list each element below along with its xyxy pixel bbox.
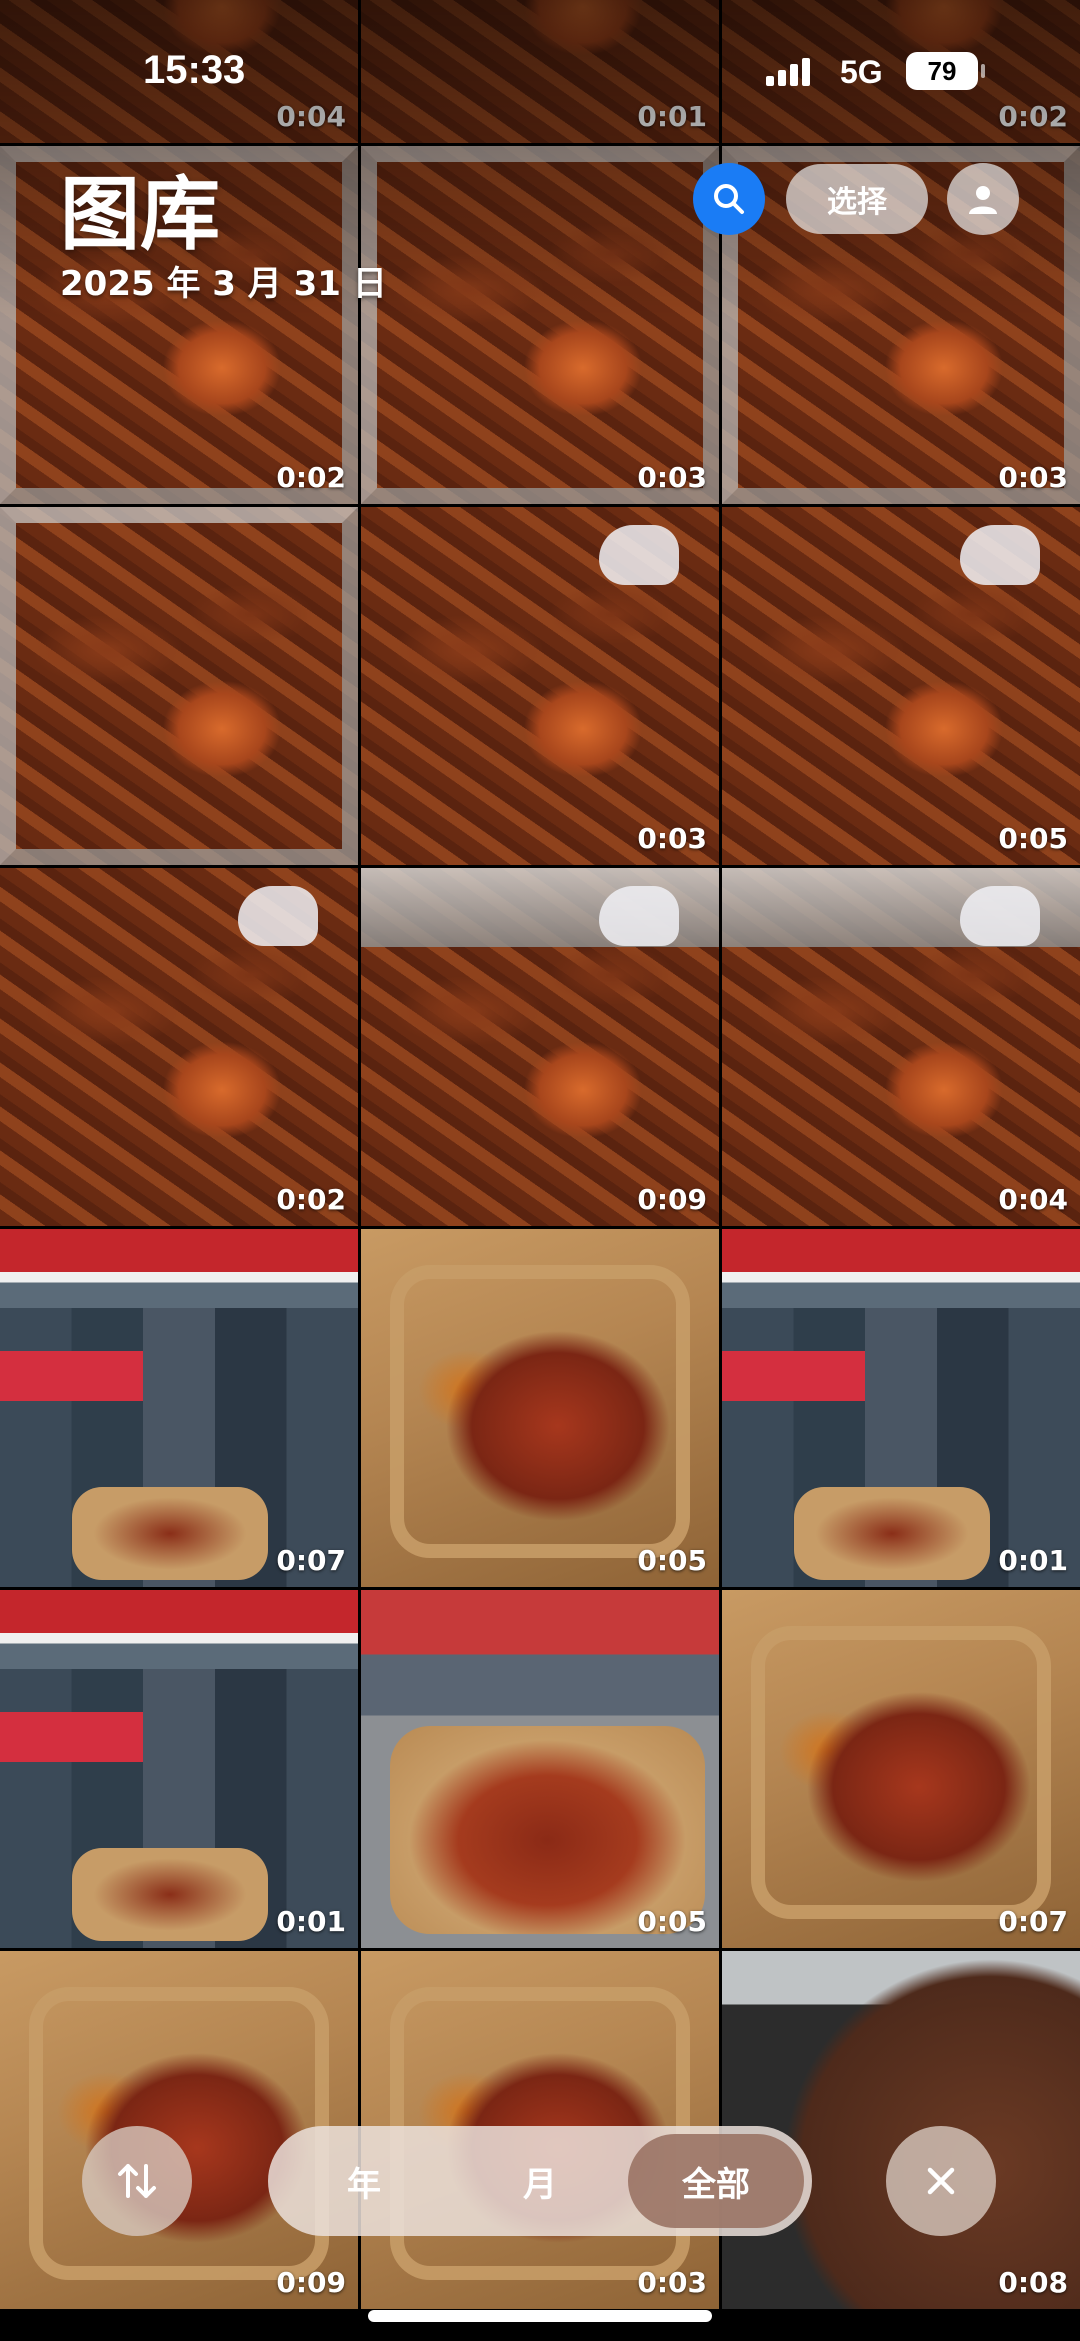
select-button[interactable]: 选择: [786, 164, 928, 234]
page-date: 2025 年 3 月 31 日: [60, 264, 387, 304]
video-thumbnail[interactable]: 0:02: [0, 868, 358, 1226]
video-duration: 0:07: [276, 1544, 346, 1577]
video-thumbnail[interactable]: [0, 507, 358, 865]
video-thumbnail[interactable]: 0:01: [0, 1590, 358, 1948]
video-duration: 0:09: [276, 2266, 346, 2299]
close-icon: [927, 2167, 955, 2195]
person-icon: [969, 186, 997, 214]
video-duration: 0:03: [998, 461, 1068, 494]
video-duration: 0:03: [637, 461, 707, 494]
view-option-year[interactable]: 年: [276, 2134, 452, 2228]
video-duration: 0:01: [998, 1544, 1068, 1577]
view-switcher: 年 月 全部: [268, 2126, 812, 2236]
video-duration: 0:09: [637, 1183, 707, 1216]
video-thumbnail[interactable]: 0:05: [361, 1229, 719, 1587]
thumbnail-image: [361, 507, 719, 865]
video-thumbnail[interactable]: 0:03: [361, 507, 719, 865]
video-duration: 0:05: [637, 1544, 707, 1577]
video-duration: 0:03: [637, 822, 707, 855]
video-duration: 0:07: [998, 1905, 1068, 1938]
video-duration: 0:01: [276, 1905, 346, 1938]
thumbnail-image: [0, 868, 358, 1226]
photo-grid: 0:040:010:020:020:030:030:030:050:020:09…: [0, 0, 1080, 2309]
video-thumbnail[interactable]: 0:07: [722, 1590, 1080, 1948]
video-duration: 0:03: [637, 2266, 707, 2299]
status-time: 15:33: [143, 48, 246, 92]
video-thumbnail[interactable]: 0:04: [722, 868, 1080, 1226]
video-thumbnail[interactable]: 0:05: [361, 1590, 719, 1948]
view-option-month[interactable]: 月: [452, 2134, 628, 2228]
thumbnail-image: [361, 1229, 719, 1587]
battery-level: 79: [927, 56, 957, 86]
home-indicator: [368, 2310, 712, 2322]
thumbnail-image: [361, 868, 719, 1226]
thumbnail-image: [0, 1590, 358, 1948]
video-thumbnail[interactable]: 0:09: [361, 868, 719, 1226]
video-duration: 0:08: [998, 2266, 1068, 2299]
video-duration: 0:04: [998, 1183, 1068, 1216]
search-button[interactable]: [693, 163, 765, 235]
video-thumbnail[interactable]: 0:01: [722, 1229, 1080, 1587]
signal-icon: [766, 56, 822, 86]
view-option-all[interactable]: 全部: [628, 2134, 804, 2228]
video-duration: 0:02: [276, 1183, 346, 1216]
sort-arrows-icon: [118, 2164, 156, 2198]
thumbnail-image: [361, 1590, 719, 1948]
thumbnail-image: [0, 507, 358, 865]
thumbnail-image: [722, 1229, 1080, 1587]
thumbnail-image: [722, 868, 1080, 1226]
video-duration: 0:02: [276, 461, 346, 494]
video-duration: 0:05: [637, 1905, 707, 1938]
network-type: 5G: [840, 54, 883, 90]
thumbnail-image: [722, 507, 1080, 865]
search-icon: [714, 184, 744, 214]
status-bar: 15:33 5G 79: [0, 0, 1080, 140]
page-title: 图库: [60, 168, 220, 261]
video-duration: 0:05: [998, 822, 1068, 855]
video-thumbnail[interactable]: 0:05: [722, 507, 1080, 865]
sort-button[interactable]: [82, 2126, 192, 2236]
thumbnail-image: [722, 1590, 1080, 1948]
battery-icon: 79: [906, 52, 985, 90]
profile-button[interactable]: [947, 163, 1019, 235]
thumbnail-image: [0, 1229, 358, 1587]
close-button[interactable]: [886, 2126, 996, 2236]
video-thumbnail[interactable]: 0:07: [0, 1229, 358, 1587]
